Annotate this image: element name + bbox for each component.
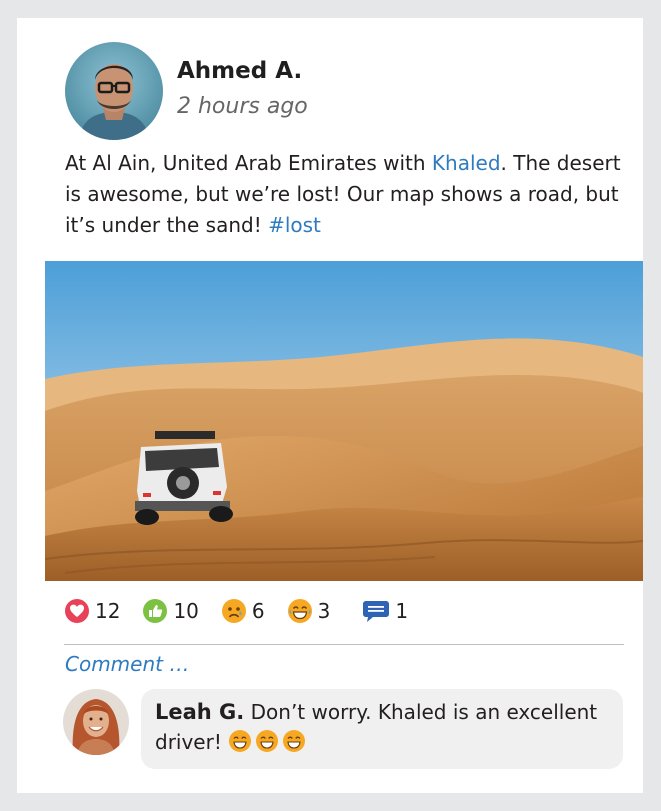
reaction-like[interactable]: 10	[142, 598, 199, 624]
comment-text: Leah G. Don’t worry. Khaled is an excell…	[155, 697, 605, 761]
post-text: At Al Ain, United Arab Emirates with Kha…	[65, 148, 625, 241]
sad-face-icon	[221, 599, 246, 623]
comment-icon	[363, 601, 390, 622]
post-card: Ahmed A. 2 hours ago At Al Ain, United A…	[17, 18, 643, 793]
comment-input[interactable]: Comment …	[65, 652, 189, 676]
comment-bubble: Leah G. Don’t worry. Khaled is an excell…	[141, 689, 623, 769]
post-timestamp: 2 hours ago	[177, 94, 308, 119]
author-avatar[interactable]	[65, 42, 163, 140]
reaction-sad-count: 6	[251, 599, 265, 623]
reaction-laugh[interactable]: 3	[287, 598, 331, 624]
reaction-love[interactable]: 12	[64, 598, 120, 624]
post-text-start: At Al Ain, United Arab Emirates with	[65, 151, 432, 175]
commenter-name[interactable]: Leah G.	[155, 700, 244, 724]
laugh-face-icon	[287, 599, 312, 623]
reaction-love-count: 12	[95, 599, 121, 623]
thumbs-up-icon	[143, 599, 168, 623]
reaction-laugh-count: 3	[317, 599, 331, 623]
heart-icon	[65, 599, 89, 623]
post-photo[interactable]	[45, 261, 643, 581]
divider	[64, 644, 624, 645]
hashtag-link[interactable]: #lost	[268, 213, 321, 237]
mention-link[interactable]: Khaled	[432, 151, 501, 175]
reaction-bar: 12 10 6 3 1	[64, 596, 430, 626]
comment-emojis	[228, 729, 306, 761]
reaction-comments[interactable]: 1	[362, 598, 408, 624]
reaction-like-count: 10	[173, 599, 199, 623]
reaction-comments-count: 1	[395, 599, 409, 623]
reaction-sad[interactable]: 6	[221, 598, 265, 624]
laugh-face-icon	[229, 730, 306, 752]
author-name[interactable]: Ahmed A.	[177, 58, 302, 84]
commenter-avatar[interactable]	[63, 689, 129, 755]
